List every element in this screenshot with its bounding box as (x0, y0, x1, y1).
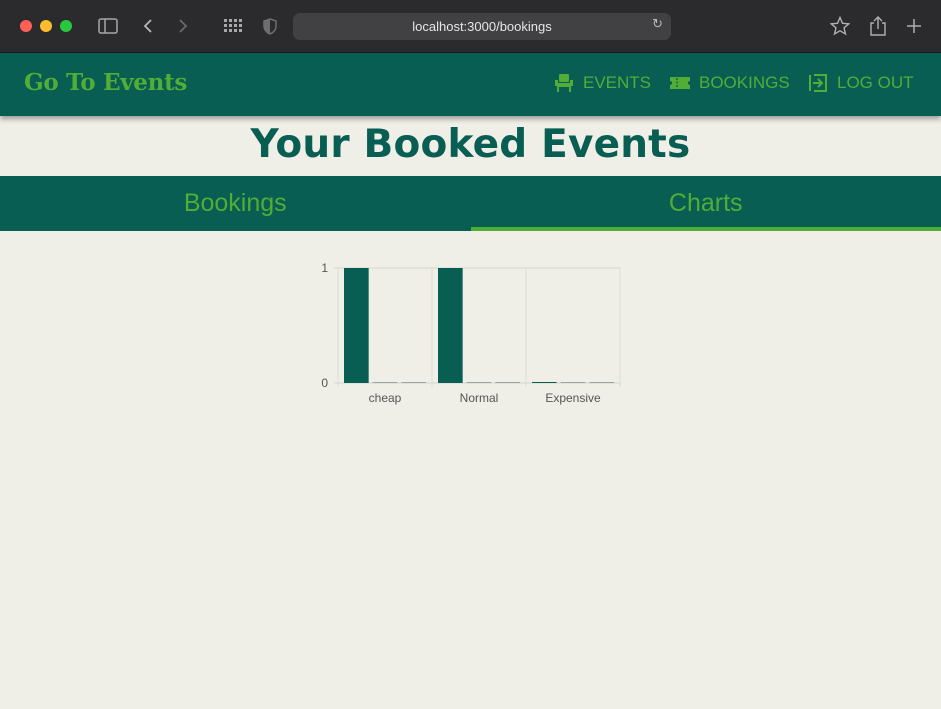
brand-logo-text[interactable]: Go To Events (24, 69, 187, 96)
chart-bar (560, 382, 586, 383)
nav-bookings-label: BOOKINGS (699, 73, 790, 92)
ticket-icon (670, 77, 690, 89)
chart-bar (466, 382, 492, 383)
chart-bar (532, 382, 557, 383)
close-window-button[interactable] (20, 20, 32, 32)
chart-bar (589, 382, 614, 383)
reload-icon[interactable]: ↻ (652, 17, 663, 32)
nav-logout-label: LOG OUT (837, 73, 914, 92)
chair-icon (555, 74, 573, 92)
x-tick-label: Normal (460, 391, 499, 405)
address-bar[interactable]: localhost:3000/bookings ↻ (293, 13, 671, 40)
sidebar-toggle-icon[interactable] (96, 14, 120, 38)
page-title: Your Booked Events (250, 122, 691, 167)
chart-bar (401, 382, 426, 383)
zoom-window-button[interactable] (60, 20, 72, 32)
x-tick-label: cheap (369, 391, 402, 405)
nav-events-link[interactable]: EVENTS (554, 73, 651, 93)
app-header: Go To Events EVENTS BOOKINGS LOG OUT (0, 53, 941, 116)
x-tick-label: Expensive (545, 391, 601, 405)
url-text: localhost:3000/bookings (412, 19, 552, 34)
tab-overview-icon[interactable] (221, 14, 245, 38)
nav-logout-link[interactable]: LOG OUT (808, 73, 914, 93)
tab-charts[interactable]: Charts (470, 176, 941, 231)
nav-events-label: EVENTS (583, 73, 652, 92)
privacy-shield-icon[interactable] (258, 14, 282, 38)
tab-bookings[interactable]: Bookings (0, 176, 471, 231)
bookings-price-chart: 0 1 cheap Normal Expensive (321, 261, 621, 405)
logout-icon (809, 74, 827, 92)
chart-bar (344, 268, 369, 383)
view-tabs: Bookings Charts (0, 176, 941, 231)
y-tick-label: 0 (321, 376, 328, 390)
nav-bookings-link[interactable]: BOOKINGS (670, 73, 790, 93)
forward-icon[interactable] (171, 14, 195, 38)
bookmark-star-icon[interactable] (828, 14, 852, 38)
new-tab-icon[interactable] (902, 14, 926, 38)
y-tick-label: 1 (321, 261, 328, 275)
share-icon[interactable] (866, 14, 890, 38)
chart-bar (372, 382, 398, 383)
minimize-window-button[interactable] (40, 20, 52, 32)
browser-toolbar: localhost:3000/bookings ↻ (0, 0, 941, 53)
back-icon[interactable] (136, 14, 160, 38)
chart-bar (438, 268, 463, 383)
chart-bar (495, 382, 520, 383)
